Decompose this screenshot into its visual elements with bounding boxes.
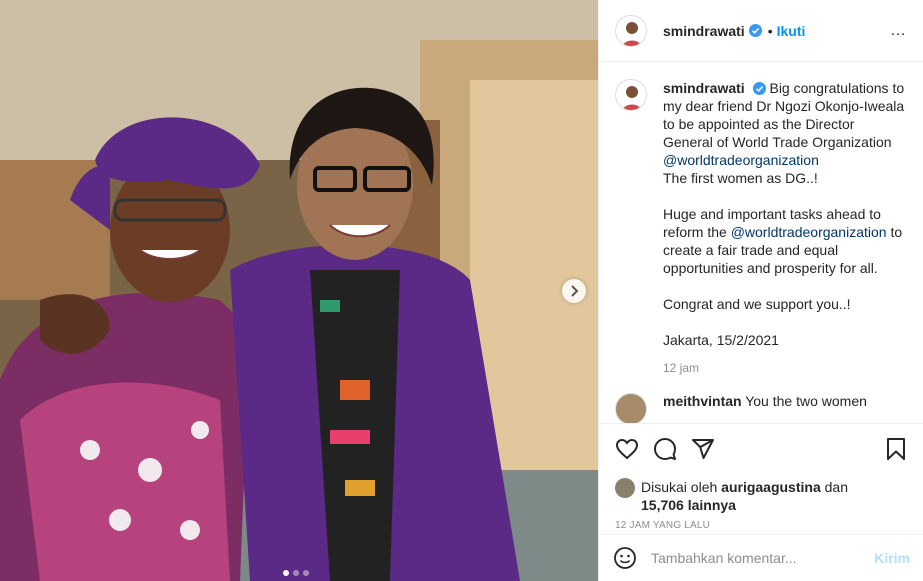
paper-plane-icon [692, 439, 714, 459]
caption-line4: Congrat and we support you..! [663, 296, 851, 312]
caption-row: smindrawati Big congratulations to my de… [615, 79, 908, 349]
separator-dot: • [767, 22, 773, 39]
likes-summary: Disukai oleh aurigaagustina dan 15,706 l… [615, 478, 908, 514]
post-side-panel: smindrawati • Ikuti … smindrawati Big co… [598, 0, 923, 581]
liker-username[interactable]: aurigaagustina [721, 479, 821, 495]
caption-username[interactable]: smindrawati [663, 80, 745, 96]
comment-bubble-icon [654, 438, 676, 460]
verified-badge-icon [748, 24, 762, 37]
verified-badge-icon [752, 82, 766, 95]
carousel-dot [293, 570, 299, 576]
author-username[interactable]: smindrawati [663, 23, 745, 39]
liker-avatar[interactable] [615, 478, 635, 498]
carousel-next-button[interactable] [562, 279, 586, 303]
comment-body: You the two women [745, 393, 867, 409]
carousel-indicator [283, 570, 309, 576]
comment-input[interactable]: Tambahkan komentar... [651, 550, 874, 566]
chevron-right-icon [571, 285, 579, 297]
post-actions: Disukai oleh aurigaagustina dan 15,706 l… [599, 423, 923, 531]
likes-count[interactable]: 15,706 lainnya [641, 497, 736, 513]
post-photo [0, 0, 598, 581]
carousel-dot [283, 570, 289, 576]
author-avatar[interactable] [615, 14, 647, 47]
caption-timestamp[interactable]: 12 jam [663, 361, 908, 375]
post-media[interactable] [0, 0, 598, 581]
caption-line5: Jakarta, 15/2/2021 [663, 332, 779, 348]
more-options-button[interactable]: … [890, 22, 907, 40]
caption-line2: The first women as DG..! [663, 170, 818, 186]
commenter-username[interactable]: meithvintan [663, 393, 742, 409]
heart-icon [615, 438, 639, 460]
comment-text: meithvintan You the two women [663, 393, 867, 423]
save-button[interactable] [884, 437, 908, 461]
post-comment-button[interactable]: Kirim [874, 550, 910, 566]
likes-conj: dan [824, 479, 848, 495]
commenter-avatar[interactable] [615, 393, 647, 423]
like-button[interactable] [615, 437, 639, 461]
comment-button[interactable] [653, 437, 677, 461]
mention-link[interactable]: @worldtradeorganization [663, 152, 819, 168]
likes-prefix: Disukai oleh [641, 479, 718, 495]
avatar-image [622, 86, 642, 110]
caption-text: smindrawati Big congratulations to my de… [663, 79, 908, 349]
smiley-icon [614, 547, 636, 569]
instagram-post-modal: smindrawati • Ikuti … smindrawati Big co… [0, 0, 923, 581]
post-header: smindrawati • Ikuti … [599, 0, 923, 62]
post-timestamp[interactable]: 12 JAM YANG LALU [615, 520, 908, 531]
mention-link[interactable]: @worldtradeorganization [731, 224, 887, 240]
comment-item: meithvintan You the two women [615, 393, 908, 423]
carousel-dot [303, 570, 309, 576]
emoji-button[interactable] [613, 546, 637, 570]
avatar-image [622, 21, 642, 46]
share-button[interactable] [691, 437, 715, 461]
caption-avatar[interactable] [615, 79, 647, 111]
likes-text: Disukai oleh aurigaagustina dan 15,706 l… [641, 478, 848, 514]
follow-button[interactable]: Ikuti [777, 23, 806, 39]
action-icons-row [615, 434, 908, 464]
bookmark-icon [887, 438, 905, 460]
add-comment-bar: Tambahkan komentar... Kirim [599, 534, 923, 581]
comments-section[interactable]: smindrawati Big congratulations to my de… [599, 63, 923, 423]
